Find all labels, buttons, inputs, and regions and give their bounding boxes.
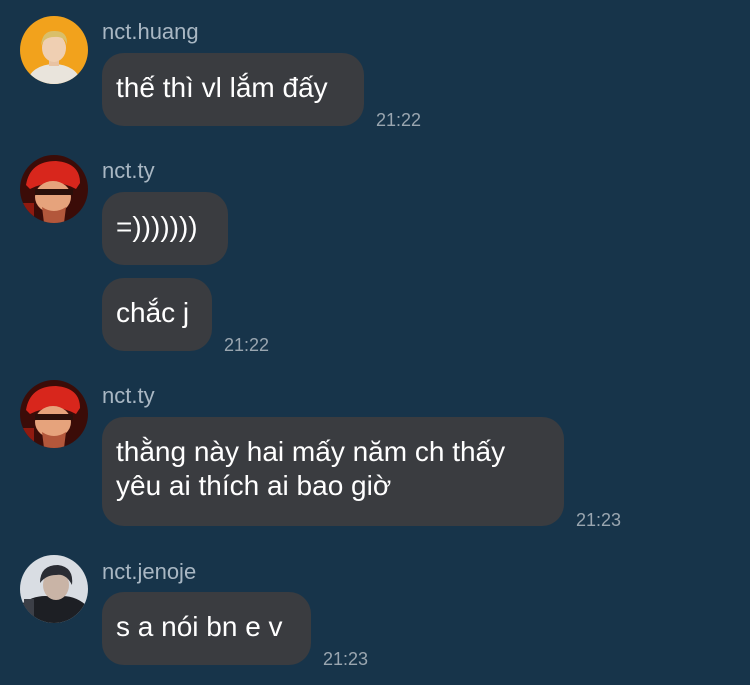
avatar-nct-ty[interactable] xyxy=(20,380,88,448)
message-timestamp: 21:22 xyxy=(376,110,422,130)
message-timestamp: 21:22 xyxy=(224,335,270,355)
message-text-line: yêu ai thích ai bao giờ xyxy=(116,470,392,501)
username-nct-ty[interactable]: nct.ty xyxy=(102,383,155,409)
message-text: thế thì vl lắm đấy xyxy=(116,72,328,103)
username-nct-jenoje[interactable]: nct.jenoje xyxy=(102,559,196,585)
message-bubble[interactable]: thằng này hai mấy năm ch thấy yêu ai thí… xyxy=(102,417,564,526)
username-nct-ty[interactable]: nct.ty xyxy=(102,158,155,184)
message-timestamp: 21:23 xyxy=(323,649,369,669)
username-nct-huang[interactable]: nct.huang xyxy=(102,19,199,45)
avatar-nct-ty[interactable] xyxy=(20,155,88,223)
message-bubble[interactable]: s a nói bn e v xyxy=(102,592,311,665)
avatar-photo-icon xyxy=(20,555,88,623)
message-bubble[interactable]: =))))))) xyxy=(102,192,228,265)
avatar-nct-huang[interactable] xyxy=(20,16,88,84)
avatar-photo-icon xyxy=(20,16,88,84)
message-text-line: thằng này hai mấy năm ch thấy xyxy=(116,436,506,467)
avatar-nct-jenoje[interactable] xyxy=(20,555,88,623)
message-text: chắc j xyxy=(116,297,190,328)
message-text: s a nói bn e v xyxy=(116,611,283,642)
message-timestamp: 21:23 xyxy=(576,510,622,530)
message-bubble[interactable]: thế thì vl lắm đấy xyxy=(102,53,364,126)
message-bubble[interactable]: chắc j xyxy=(102,278,212,351)
avatar-photo-icon xyxy=(20,380,88,448)
avatar-photo-icon xyxy=(20,155,88,223)
message-text: =))))))) xyxy=(116,211,198,242)
